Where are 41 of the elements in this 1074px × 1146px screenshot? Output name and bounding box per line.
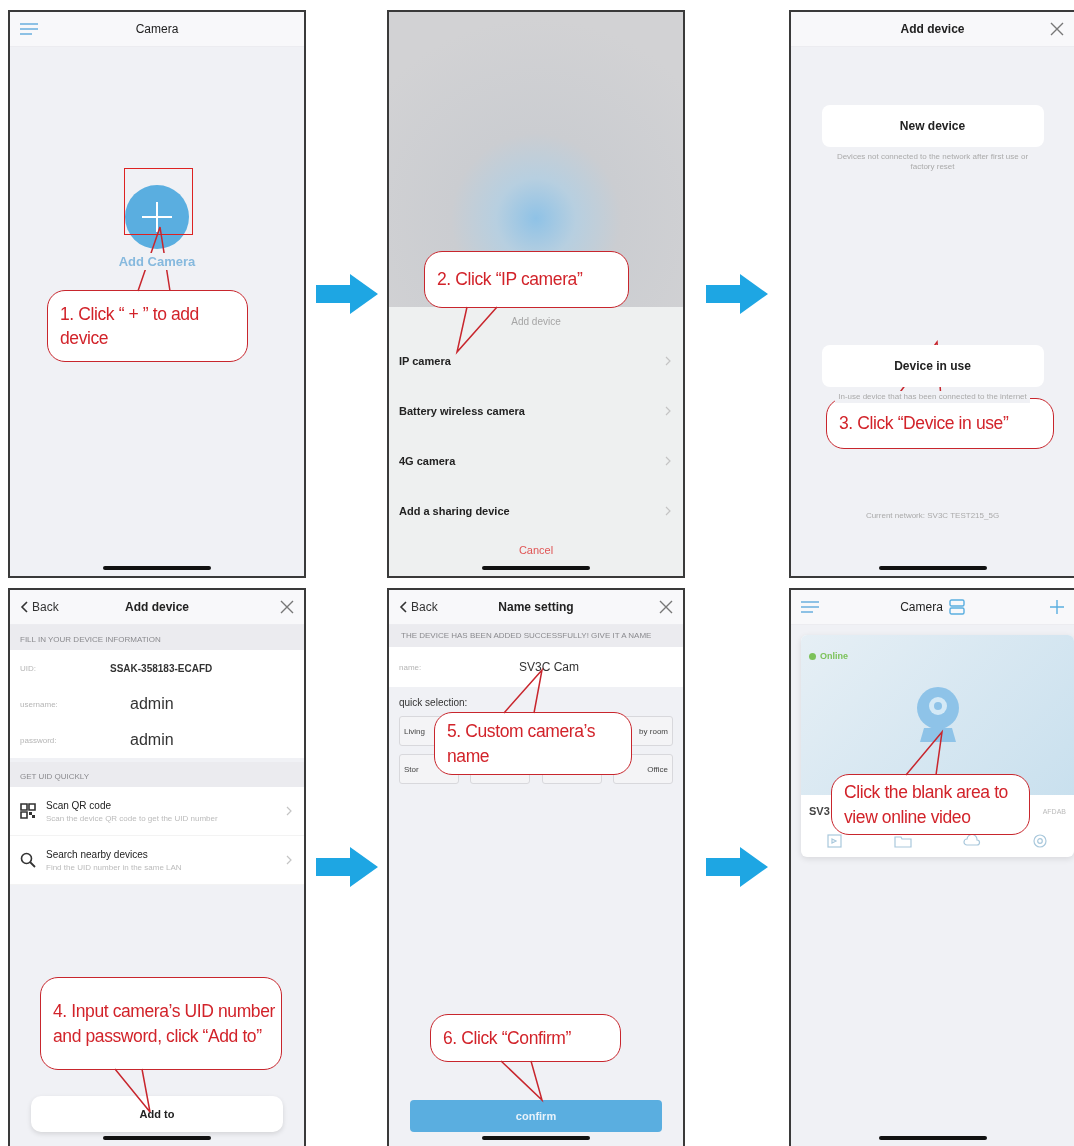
screen-title: Name setting bbox=[498, 600, 574, 614]
instruction-tooltip: 1. Click “ + ” to add device bbox=[47, 290, 248, 362]
back-button[interactable]: Back bbox=[399, 600, 438, 614]
screen-title: Camera bbox=[135, 22, 179, 36]
instruction-tooltip: Click the blank area to view online video bbox=[831, 774, 1030, 835]
field-label: password: bbox=[20, 735, 58, 745]
item-title: Search nearby devices bbox=[46, 848, 149, 860]
screen-title: Camera bbox=[900, 600, 943, 614]
screen-title: Add device bbox=[125, 600, 189, 614]
camera-name: SV3 bbox=[809, 805, 830, 817]
sheet-option[interactable]: IP camera bbox=[389, 336, 683, 386]
instruction-tooltip: 6. Click “Confirm” bbox=[430, 1014, 621, 1062]
instruction-tooltip: 5. Custom camera’s name bbox=[434, 712, 632, 775]
sheet-option[interactable]: Add a sharing device bbox=[389, 486, 683, 536]
input-field[interactable]: admin bbox=[110, 695, 280, 713]
input-field[interactable]: admin bbox=[110, 731, 280, 749]
sheet-option[interactable]: Battery wireless camera bbox=[389, 386, 683, 436]
option-hint: In-use device that has been connected to the internet bbox=[835, 391, 1030, 403]
instruction-tooltip: 3. Click “Device in use” bbox=[826, 398, 1054, 449]
sheet-title: Add device bbox=[511, 315, 561, 329]
instruction-tooltip: 2. Click “IP camera” bbox=[424, 251, 629, 308]
sheet-option[interactable]: 4G camera bbox=[389, 436, 683, 486]
field-label: username: bbox=[20, 699, 59, 709]
input-row[interactable]: username: admin bbox=[10, 686, 304, 722]
option-button[interactable]: New device bbox=[821, 105, 1044, 147]
network-label: Current network: SV3C TEST215_5G bbox=[864, 511, 1001, 520]
quick-selection-label: quick selection: bbox=[399, 697, 468, 709]
back-button[interactable]: Back bbox=[20, 600, 59, 614]
status-label: Online bbox=[820, 651, 848, 661]
item-title: Scan QR code bbox=[46, 799, 113, 811]
section-header: GET UID QUICKLY bbox=[10, 762, 304, 787]
section-header: FILL IN YOUR DEVICE INFORMATION bbox=[10, 625, 304, 650]
screen-title: Add device bbox=[900, 22, 965, 36]
input-row[interactable]: name: SV3C Cam bbox=[389, 647, 683, 688]
field-label: name: bbox=[399, 662, 423, 672]
add-button[interactable]: Add to bbox=[31, 1096, 283, 1132]
input-row[interactable]: password: admin bbox=[10, 722, 304, 758]
input-field[interactable]: SSAK-358183-ECAFD bbox=[110, 662, 260, 674]
input-field[interactable]: SV3C Cam bbox=[489, 660, 669, 675]
instruction-tooltip: 4. Input camera’s UID number and password, click “Add to” bbox=[40, 977, 282, 1070]
notice-text: THE DEVICE HAS BEEN ADDED SUCCESSFULLY! GIVE IT A NAME bbox=[389, 625, 683, 648]
